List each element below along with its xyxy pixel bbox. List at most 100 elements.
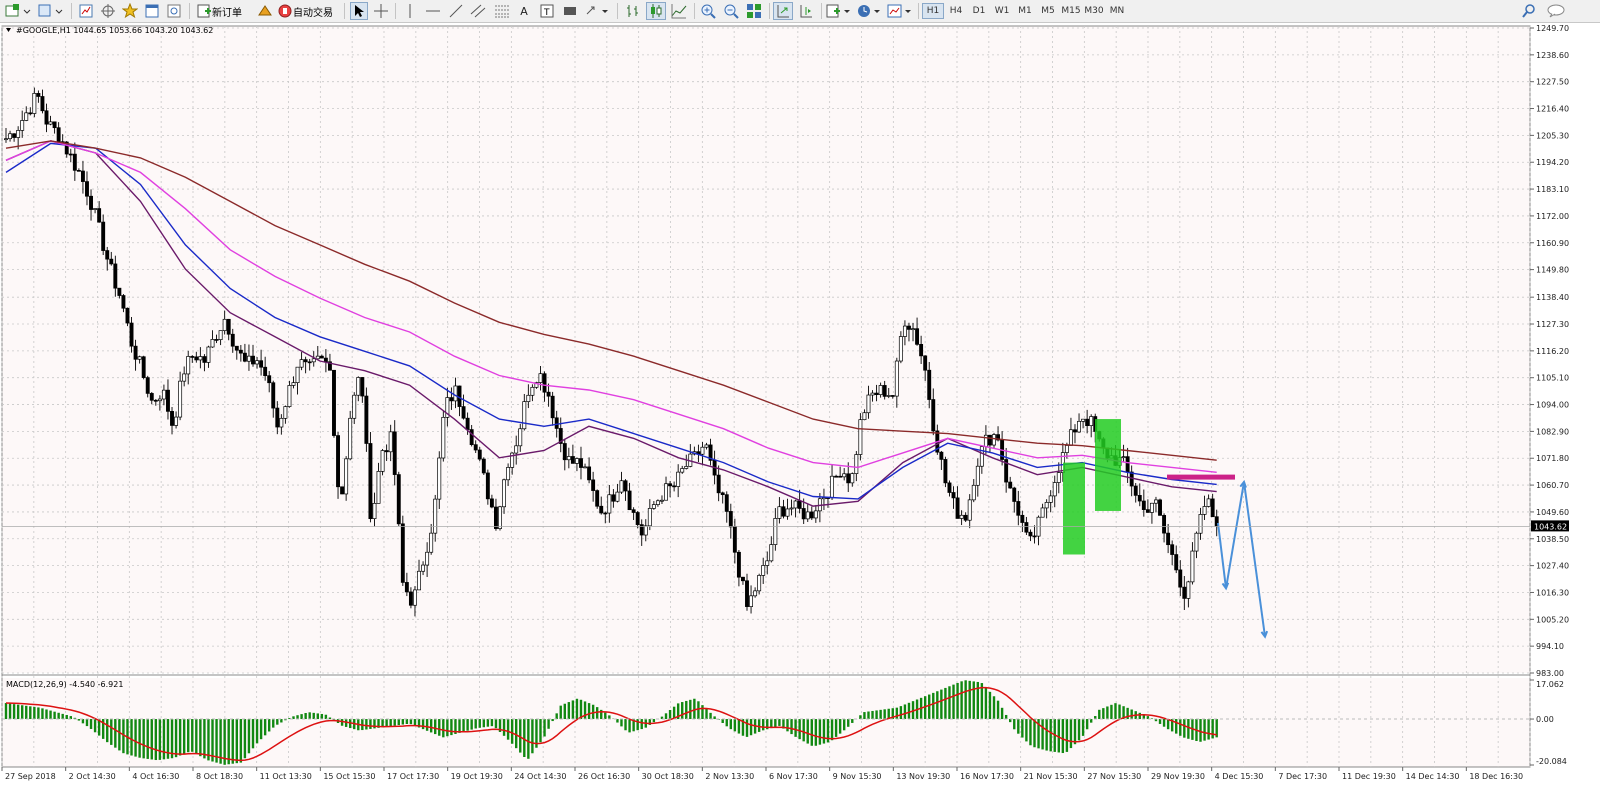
resistance-line bbox=[1167, 474, 1235, 480]
timeframe-d1[interactable]: D1 bbox=[968, 3, 990, 19]
terminal-window-icon[interactable] bbox=[142, 2, 162, 20]
candle-body-bullish bbox=[1154, 499, 1158, 504]
toolbar-separator bbox=[617, 3, 618, 19]
indicators-dropdown[interactable] bbox=[825, 2, 853, 20]
arrows-tool-dropdown[interactable] bbox=[584, 2, 612, 20]
candle bbox=[348, 410, 353, 461]
horizontal-line-tool-icon[interactable] bbox=[423, 2, 443, 20]
candle-body-bullish bbox=[1089, 416, 1094, 427]
crosshair-tool-icon[interactable] bbox=[372, 2, 390, 20]
candle-body-bearish bbox=[242, 352, 247, 362]
time-axis-label: 14 Dec 14:30 bbox=[1406, 772, 1460, 781]
zoom-out-icon[interactable] bbox=[721, 2, 741, 20]
candle-body-bullish bbox=[959, 514, 964, 519]
candle-body-bearish bbox=[1073, 429, 1077, 433]
timeframe-h4[interactable]: H4 bbox=[945, 3, 967, 19]
candle-body-bearish bbox=[384, 450, 389, 453]
candle bbox=[340, 486, 345, 495]
timeframe-m15[interactable]: M15 bbox=[1060, 3, 1082, 19]
candle-body-bullish bbox=[1056, 472, 1061, 483]
chat-icon[interactable] bbox=[1544, 2, 1568, 20]
trendline-tool-icon[interactable] bbox=[446, 2, 466, 20]
candle-body-bearish bbox=[230, 333, 235, 347]
timeframe-mn[interactable]: MN bbox=[1106, 3, 1128, 19]
fibonacci-tool-icon[interactable] bbox=[492, 2, 512, 20]
text-tool-icon[interactable]: A bbox=[515, 2, 533, 20]
zoom-in-icon[interactable] bbox=[698, 2, 718, 20]
candle-body-bullish bbox=[643, 525, 648, 536]
new-order-button[interactable]: 新订单 bbox=[196, 2, 250, 20]
timeframe-w1[interactable]: W1 bbox=[991, 3, 1013, 19]
time-axis-label: 11 Dec 19:30 bbox=[1342, 772, 1396, 781]
line-chart-icon[interactable] bbox=[669, 2, 689, 20]
candle-body-bearish bbox=[1162, 515, 1167, 534]
profiles-button[interactable] bbox=[36, 2, 66, 20]
candle-body-bullish bbox=[247, 355, 251, 362]
auto-trading-button[interactable]: 自动交易 bbox=[277, 2, 339, 20]
favorites-star-icon[interactable] bbox=[120, 2, 140, 20]
candle bbox=[396, 471, 401, 526]
strategy-tester-icon[interactable] bbox=[164, 2, 184, 20]
candle-body-bearish bbox=[1141, 500, 1146, 510]
shapes-tool-icon[interactable] bbox=[560, 2, 580, 20]
equidistant-channel-icon[interactable] bbox=[468, 2, 488, 20]
candle-body-bearish bbox=[595, 490, 600, 507]
candle-body-bullish bbox=[975, 465, 980, 486]
tile-windows-icon[interactable] bbox=[744, 2, 764, 20]
time-axis-label: 21 Nov 15:30 bbox=[1024, 772, 1078, 781]
price-axis-label: 1005.20 bbox=[1536, 615, 1569, 624]
candle-body-bullish bbox=[660, 499, 664, 502]
candle-body-bullish bbox=[858, 419, 863, 455]
vertical-line-tool-icon[interactable] bbox=[401, 2, 419, 20]
timeframe-m1[interactable]: M1 bbox=[1014, 3, 1036, 19]
candle-body-bullish bbox=[1052, 482, 1057, 497]
chart-shift-icon[interactable] bbox=[796, 2, 816, 20]
price-axis-label: 1149.80 bbox=[1536, 266, 1569, 275]
timeframe-m30[interactable]: M30 bbox=[1083, 3, 1105, 19]
candle-body-bullish bbox=[380, 450, 385, 472]
cursor-tool-icon[interactable] bbox=[350, 2, 368, 20]
candle-body-bearish bbox=[392, 431, 397, 475]
candle-body-bullish bbox=[700, 446, 705, 455]
price-axis-label: 1216.40 bbox=[1536, 105, 1569, 114]
candlestick-chart-icon[interactable] bbox=[646, 2, 666, 20]
timeframe-h1[interactable]: H1 bbox=[922, 3, 944, 19]
new-chart-button[interactable] bbox=[4, 2, 34, 20]
candle-body-bullish bbox=[866, 394, 871, 414]
candle-body-bullish bbox=[218, 330, 223, 340]
candle-body-bullish bbox=[48, 121, 53, 125]
timeframe-m5[interactable]: M5 bbox=[1037, 3, 1059, 19]
candle-body-bullish bbox=[421, 564, 426, 572]
candle-body-bullish bbox=[388, 431, 393, 453]
candle-body-bearish bbox=[591, 479, 596, 491]
periods-dropdown[interactable] bbox=[855, 2, 883, 20]
templates-dropdown[interactable] bbox=[886, 2, 914, 20]
candle-body-bullish bbox=[348, 417, 353, 460]
candle-body-bearish bbox=[554, 417, 559, 429]
candle-body-bullish bbox=[32, 93, 37, 114]
market-watch-icon[interactable] bbox=[76, 2, 96, 20]
candle-body-bearish bbox=[214, 339, 219, 341]
candle-body-bullish bbox=[433, 498, 438, 534]
candle-body-bearish bbox=[1170, 544, 1175, 555]
candle bbox=[1158, 498, 1162, 516]
time-axis-label: 16 Nov 17:30 bbox=[960, 772, 1014, 781]
price-chart[interactable]: 1249.70 1238.60 1227.50 1216.40 1205.30 1194.… bbox=[0, 23, 1600, 802]
candle-body-bearish bbox=[267, 375, 272, 384]
candle-body-bearish bbox=[28, 112, 33, 115]
navigator-icon[interactable] bbox=[98, 2, 118, 20]
candle-body-bullish bbox=[680, 468, 685, 473]
candle-body-bullish bbox=[607, 494, 612, 514]
candle-body-bullish bbox=[684, 466, 689, 469]
candle-body-bullish bbox=[813, 510, 818, 519]
auto-scroll-icon[interactable] bbox=[773, 2, 793, 20]
metaeditor-icon[interactable] bbox=[255, 2, 275, 20]
candle-body-bearish bbox=[238, 349, 243, 354]
bar-chart-icon[interactable] bbox=[623, 2, 643, 20]
candle-body-bearish bbox=[579, 458, 583, 468]
text-label-tool-icon[interactable]: T bbox=[537, 2, 557, 20]
candle-body-bearish bbox=[1020, 514, 1025, 523]
candle-body-bullish bbox=[967, 499, 972, 521]
search-icon[interactable] bbox=[1520, 2, 1538, 20]
chart-window[interactable]: 1249.70 1238.60 1227.50 1216.40 1205.30 1194.… bbox=[0, 23, 1600, 802]
